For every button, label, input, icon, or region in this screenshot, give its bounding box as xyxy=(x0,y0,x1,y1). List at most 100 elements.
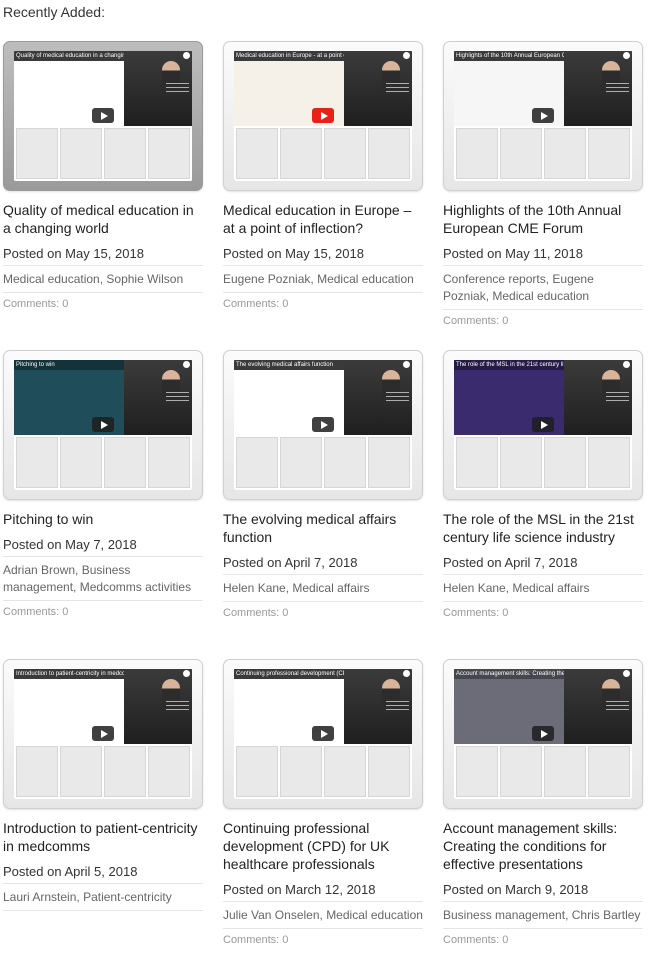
play-icon[interactable] xyxy=(92,108,114,123)
slide-mini-thumbnail xyxy=(324,437,366,488)
video-title-link[interactable]: Pitching to win xyxy=(3,510,203,528)
video-card: The evolving medical affairs function The… xyxy=(223,350,423,619)
video-preview: Introduction to patient-centricity in me… xyxy=(14,669,192,799)
tag-link[interactable]: Helen Kane xyxy=(443,581,506,595)
tag-link[interactable]: Patient-centricity xyxy=(83,890,172,904)
tag-link[interactable]: Medical education xyxy=(3,272,100,286)
video-thumbnail[interactable]: Medical education in Europe - at a point… xyxy=(223,41,423,191)
play-icon[interactable] xyxy=(92,726,114,741)
tag-link[interactable]: Medical affairs xyxy=(512,581,589,595)
video-preview: Quality of medical education in a changi… xyxy=(14,51,192,181)
tag-link[interactable]: Adrian Brown xyxy=(3,563,75,577)
play-icon[interactable] xyxy=(532,108,554,123)
video-title-link[interactable]: Introduction to patient-centricity in me… xyxy=(3,819,203,855)
clock-icon xyxy=(623,670,630,677)
clock-icon xyxy=(403,52,410,59)
slide-mini-thumbnail xyxy=(456,437,498,488)
comments-count[interactable]: Comments: 0 xyxy=(3,293,203,310)
tag-link[interactable]: Medical affairs xyxy=(292,581,369,595)
slide-title-text: Highlights of the 10th Annual European C… xyxy=(454,51,565,61)
posted-date: Posted on April 7, 2018 xyxy=(223,550,423,575)
comments-count[interactable]: Comments: 0 xyxy=(223,929,423,946)
play-icon[interactable] xyxy=(532,417,554,432)
video-thumbnail[interactable]: Quality of medical education in a changi… xyxy=(3,41,203,191)
slide-mini-thumbnail xyxy=(500,746,542,797)
video-thumbnail[interactable]: Introduction to patient-centricity in me… xyxy=(3,659,203,809)
video-thumbnail[interactable]: Account management skills: Creating the … xyxy=(443,659,643,809)
slide-thumbnails-strip xyxy=(454,435,632,490)
tag-link[interactable]: Conference reports xyxy=(443,272,546,286)
speaker-video xyxy=(124,360,192,436)
tag-list: Lauri Arnstein, Patient-centricity xyxy=(3,884,203,911)
tag-link[interactable]: Medical education xyxy=(317,272,414,286)
play-icon[interactable] xyxy=(532,726,554,741)
video-preview: The evolving medical affairs function xyxy=(234,360,412,490)
posted-date: Posted on March 9, 2018 xyxy=(443,877,643,902)
video-title-link[interactable]: Continuing professional development (CPD… xyxy=(223,819,423,873)
video-title-link[interactable]: The evolving medical affairs function xyxy=(223,510,423,546)
comments-count[interactable] xyxy=(3,911,203,916)
tag-link[interactable]: Medical education xyxy=(326,908,423,922)
slide-mini-thumbnail xyxy=(456,128,498,179)
tag-list: Business management, Chris Bartley xyxy=(443,902,643,929)
video-title-link[interactable]: Account management skills: Creating the … xyxy=(443,819,643,873)
video-thumbnail[interactable]: Pitching to win xyxy=(3,350,203,500)
slide-mini-thumbnail xyxy=(324,746,366,797)
slide-mini-thumbnail xyxy=(280,437,322,488)
play-icon[interactable] xyxy=(92,417,114,432)
slide-title-text: Account management skills: Creating the … xyxy=(454,669,565,679)
clock-icon xyxy=(403,361,410,368)
slide-title-text: Introduction to patient-centricity in me… xyxy=(14,669,125,679)
description-lines xyxy=(166,700,189,712)
slide-mini-thumbnail xyxy=(148,128,190,179)
video-thumbnail[interactable]: The evolving medical affairs function xyxy=(223,350,423,500)
video-thumbnail[interactable]: Highlights of the 10th Annual European C… xyxy=(443,41,643,191)
slide-title-text: Medical education in Europe - at a point… xyxy=(234,51,345,61)
slide-mini-thumbnail xyxy=(588,746,630,797)
slide-title-text: Pitching to win xyxy=(14,360,125,370)
comments-count[interactable]: Comments: 0 xyxy=(3,601,203,618)
tag-list: Helen Kane, Medical affairs xyxy=(443,575,643,602)
video-preview: Medical education in Europe - at a point… xyxy=(234,51,412,181)
slide-mini-thumbnail xyxy=(368,128,410,179)
video-title-link[interactable]: Quality of medical education in a changi… xyxy=(3,201,203,237)
slide-mini-thumbnail xyxy=(324,128,366,179)
video-card: The role of the MSL in the 21st century … xyxy=(443,350,643,619)
slide-thumbnails-strip xyxy=(454,744,632,799)
tag-link[interactable]: Medcomms activities xyxy=(80,580,191,594)
comments-count[interactable]: Comments: 0 xyxy=(223,293,423,310)
video-thumbnail[interactable]: Continuing professional development (CPD… xyxy=(223,659,423,809)
play-icon[interactable] xyxy=(312,726,334,741)
tag-link[interactable]: Medical education xyxy=(492,289,589,303)
comments-count[interactable]: Comments: 0 xyxy=(443,602,643,619)
slide-thumbnails-strip xyxy=(14,435,192,490)
tag-link[interactable]: Sophie Wilson xyxy=(106,272,183,286)
tag-separator: , xyxy=(75,563,82,577)
tag-link[interactable]: Helen Kane xyxy=(223,581,286,595)
slide-thumbnails-strip xyxy=(14,744,192,799)
tag-list: Helen Kane, Medical affairs xyxy=(223,575,423,602)
tag-link[interactable]: Business management xyxy=(443,908,565,922)
comments-count[interactable]: Comments: 0 xyxy=(223,602,423,619)
tag-link[interactable]: Eugene Pozniak xyxy=(223,272,310,286)
video-title-link[interactable]: The role of the MSL in the 21st century … xyxy=(443,510,643,546)
comments-count[interactable]: Comments: 0 xyxy=(443,929,643,946)
tag-link[interactable]: Lauri Arnstein xyxy=(3,890,76,904)
comments-count[interactable]: Comments: 0 xyxy=(443,310,643,327)
recently-added-heading: Recently Added: xyxy=(3,4,105,20)
slide-mini-thumbnail xyxy=(16,746,58,797)
video-title-link[interactable]: Highlights of the 10th Annual European C… xyxy=(443,201,643,237)
tag-link[interactable]: Julie Van Onselen xyxy=(223,908,320,922)
tag-link[interactable]: Chris Bartley xyxy=(572,908,641,922)
video-title-link[interactable]: Medical education in Europe – at a point… xyxy=(223,201,423,237)
play-icon[interactable] xyxy=(312,417,334,432)
slide-mini-thumbnail xyxy=(588,437,630,488)
play-icon[interactable] xyxy=(312,108,334,123)
slide-mini-thumbnail xyxy=(148,437,190,488)
speaker-video xyxy=(124,51,192,127)
posted-date: Posted on April 5, 2018 xyxy=(3,859,203,884)
description-lines xyxy=(386,700,409,712)
slide-mini-thumbnail xyxy=(16,437,58,488)
video-thumbnail[interactable]: The role of the MSL in the 21st century … xyxy=(443,350,643,500)
slide-mini-thumbnail xyxy=(60,437,102,488)
